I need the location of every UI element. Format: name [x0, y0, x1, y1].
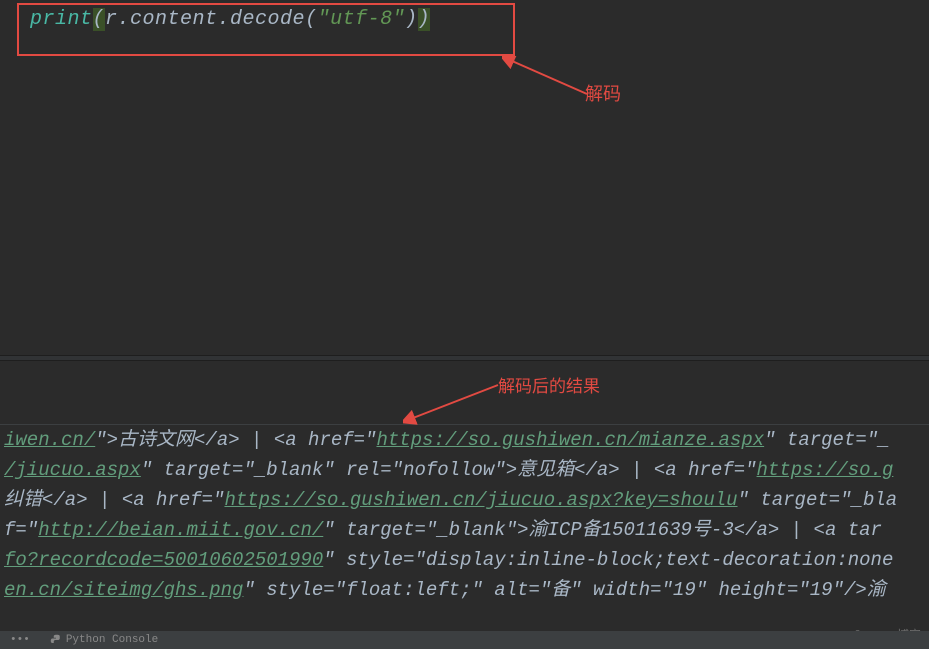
code-editor-area: print(r.content.decode("utf-8")) 解码	[0, 0, 929, 355]
print-keyword: print	[30, 8, 93, 31]
output-line-5: fo?recordcode=50010602501990" style="dis…	[0, 545, 929, 575]
string-literal: "utf-8"	[318, 8, 406, 31]
result-annotation: 解码后的结果	[498, 372, 600, 398]
html-text: " target="_bla	[738, 489, 898, 511]
url-text: fo?recordcode=50010602501990	[4, 549, 323, 571]
html-text: " style="float:left;" alt="备" width="19"…	[243, 579, 885, 601]
url-text: en.cn/siteimg/ghs.png	[4, 579, 243, 601]
annotation-arrow-2	[403, 383, 508, 425]
python-console-label: Python Console	[66, 634, 158, 646]
html-text: f="	[4, 519, 38, 541]
output-line-2: /jiucuo.aspx" target="_blank" rel="nofol…	[0, 455, 929, 485]
output-line-3: 纠错</a> | <a href="https://so.gushiwen.cn…	[0, 485, 929, 515]
output-line-1: iwen.cn/">古诗文网</a> | <a href="https://so…	[0, 425, 929, 455]
python-icon	[50, 634, 62, 646]
annotation-arrow-1	[502, 56, 597, 102]
url-text: https://so.g	[757, 459, 894, 481]
code-content: r.content.decode	[105, 8, 305, 31]
bottom-status-bar: ••• Python Console	[0, 631, 929, 649]
close-paren-2: )	[418, 8, 431, 31]
output-line-4: f="http://beian.miit.gov.cn/" target="_b…	[0, 515, 929, 545]
url-text: http://beian.miit.gov.cn/	[38, 519, 323, 541]
url-text: https://so.gushiwen.cn/mianze.aspx	[376, 429, 764, 451]
decode-annotation: 解码	[585, 80, 621, 106]
html-text: " target="_blank">渝ICP备15011639号-3</a> |…	[323, 519, 882, 541]
output-top-area: 解码后的结果	[0, 361, 929, 424]
open-paren: (	[93, 8, 106, 31]
bottom-bar-tab[interactable]: •••	[10, 634, 30, 646]
output-line-6: en.cn/siteimg/ghs.png" style="float:left…	[0, 575, 929, 605]
console-output-area[interactable]: iwen.cn/">古诗文网</a> | <a href="https://so…	[0, 424, 929, 605]
url-text: iwen.cn/	[4, 429, 95, 451]
open-paren-2: (	[305, 8, 318, 31]
html-text: " target="_blank" rel="nofollow">意见箱</a>…	[141, 459, 757, 481]
code-line[interactable]: print(r.content.decode("utf-8"))	[0, 0, 929, 39]
url-text: https://so.gushiwen.cn/jiucuo.aspx?key=s…	[224, 489, 737, 511]
url-text: /jiucuo.aspx	[4, 459, 141, 481]
html-text: " target="_	[764, 429, 889, 451]
html-text: " style="display:inline-block;text-decor…	[323, 549, 893, 571]
html-text: 纠错</a> | <a href="	[4, 489, 224, 511]
close-paren: )	[405, 8, 418, 31]
python-console-tab[interactable]: Python Console	[50, 634, 158, 646]
html-text: ">古诗文网</a> | <a href="	[95, 429, 376, 451]
